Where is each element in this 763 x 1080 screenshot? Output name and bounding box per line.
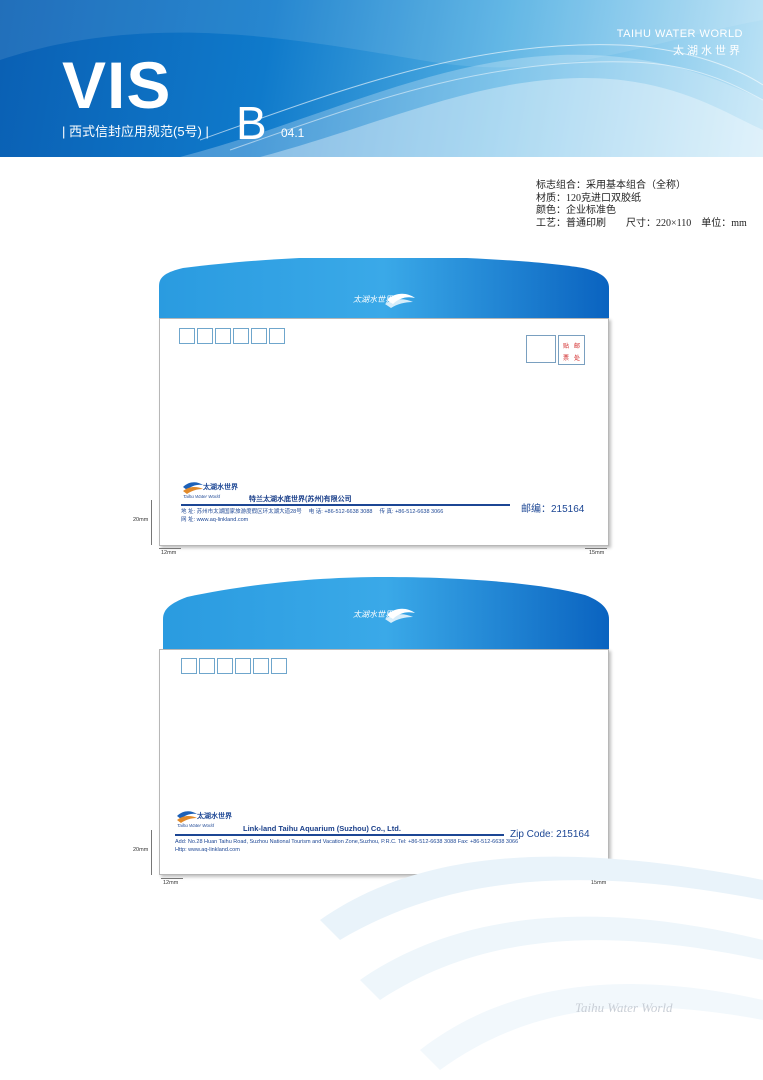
dimension-line [161, 878, 183, 879]
stamp-label: 票 [563, 356, 570, 362]
flap-logo: 太湖水世界 [353, 608, 415, 623]
flap-logo-text: 太湖水世界 [353, 610, 394, 619]
stamp-area [526, 335, 556, 363]
stamp-label: 邮 [574, 344, 581, 350]
dimension-bottom-left: 12mm [163, 880, 179, 886]
page-subtitle: | 西式信封应用规范(5号) | [62, 124, 209, 139]
spec-list: 标志组合：采用基本组合（全称） 材质：120克进口双胶纸 颜色：企业标准色 工艺… [536, 180, 747, 230]
company-name: 特兰太湖水底世界(苏州)有限公司 [249, 496, 352, 503]
postcode-box [197, 328, 213, 344]
spec-material: 材质：120克进口双胶纸 [536, 192, 641, 204]
section-letter: B [236, 97, 267, 149]
dimension-line [151, 500, 152, 545]
company-logo: 太湖水世界 Taihu Water World [177, 811, 233, 828]
dimension-line [585, 548, 607, 549]
postcode-box [179, 328, 195, 344]
flap-logo-text: 太湖水世界 [353, 295, 394, 304]
postcode-boxes [181, 658, 287, 674]
postcode-box [253, 658, 269, 674]
postcode-box [217, 658, 233, 674]
website-line: Http: www.aq-linkland.com [175, 847, 240, 853]
postcode-box [181, 658, 197, 674]
dimension-left: 20mm [133, 847, 149, 853]
postcode-box [251, 328, 267, 344]
logo-en-text: Taihu Water World [183, 494, 221, 499]
spec-logo: 标志组合：采用基本组合（全称） [536, 180, 686, 191]
brand-name-cn: 太湖水世界 [673, 45, 743, 57]
website-line: 网 址: www.aq-linkland.com [181, 517, 249, 523]
postcode-box [235, 658, 251, 674]
dimension-left: 20mm [133, 517, 149, 523]
spec-process-size: 工艺：普通印刷 尺寸：220×110 单位：mm [536, 217, 747, 229]
envelope-chinese: 太湖水世界 贴 邮 票 处 太湖水世界 Taihu Water World 特兰… [133, 258, 613, 558]
dimension-bottom-left: 12mm [161, 550, 177, 556]
watermark-text: Taihu Water World [575, 1000, 673, 1015]
brand-name-en: TAIHU WATER WORLD [616, 28, 743, 40]
postcode-box [233, 328, 249, 344]
stamp-label: 处 [574, 356, 581, 362]
spec-color: 颜色：企业标准色 [536, 205, 616, 216]
flap-logo: 太湖水世界 [353, 293, 415, 308]
company-logo: 太湖水世界 Taihu Water World [183, 482, 239, 499]
vis-title: VIS [62, 48, 172, 122]
section-code: 04.1 [281, 126, 305, 140]
postcode-box [215, 328, 231, 344]
postcode-box [271, 658, 287, 674]
header-banner: VIS | 西式信封应用规范(5号) | B 04.1 TAIHU WATER … [0, 0, 763, 157]
background-wave-graphic [320, 856, 763, 1070]
dimension-line [151, 830, 152, 875]
dimension-line [159, 548, 181, 549]
logo-cn-text: 太湖水世界 [203, 482, 239, 491]
dimension-bottom-right: 15mm [589, 550, 605, 556]
stamp-label: 贴 [563, 344, 570, 350]
company-underline [181, 504, 510, 506]
stamp-label-box: 贴 邮 票 处 [558, 335, 585, 365]
postcode-box [199, 658, 215, 674]
postcode-boxes [179, 328, 285, 344]
postcode-box [269, 328, 285, 344]
logo-cn-text: 太湖水世界 [197, 811, 233, 820]
logo-en-text: Taihu Water World [177, 823, 215, 828]
zip-code: 邮编：215164 [521, 504, 585, 515]
address-line: 地 址: 苏州市太湖国家旅游度假区环太湖大道28号 电 话: +86-512-6… [181, 509, 444, 515]
